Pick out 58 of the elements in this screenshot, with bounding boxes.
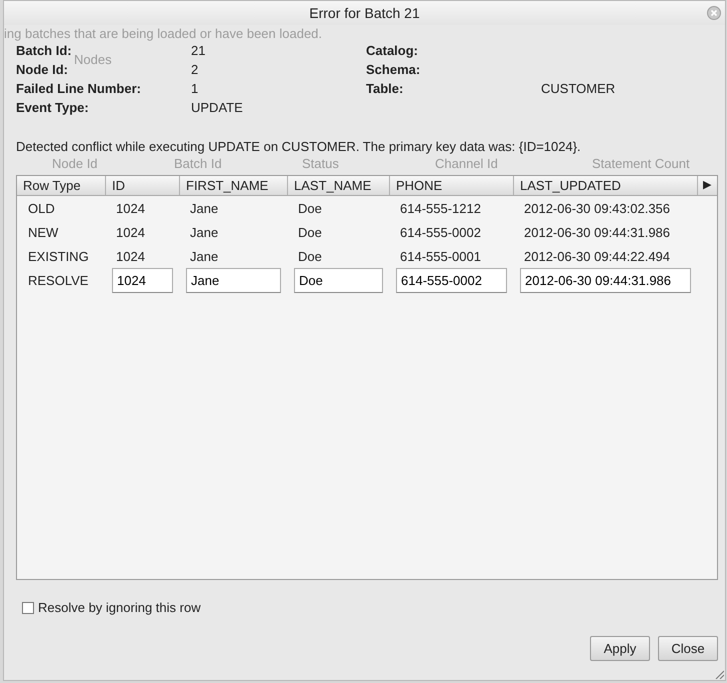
column-header[interactable]: LAST_UPDATED	[514, 176, 698, 195]
background-column-header: Channel Id	[435, 156, 498, 171]
table-cell-text: 2012-06-30 09:44:22.494	[523, 248, 672, 264]
table-cell-text: Jane	[189, 200, 220, 216]
table-cell-text: EXISTING	[27, 248, 90, 264]
column-header[interactable]: FIRST_NAME	[180, 176, 288, 195]
field-value: UPDATE	[191, 100, 244, 115]
column-header[interactable]: LAST_NAME	[288, 176, 390, 195]
checkbox-label: Resolve by ignoring this row	[38, 600, 201, 615]
table-cell-text: NEW	[27, 224, 60, 240]
table-cell-text: 614-555-0001	[399, 248, 482, 264]
background-column-header: Node Id	[52, 156, 98, 171]
field-label: Node Id:	[16, 62, 69, 77]
resize-grip-icon[interactable]	[714, 669, 724, 679]
field-label: Failed Line Number:	[16, 81, 142, 96]
table-cell-text: 2012-06-30 09:44:31.986	[523, 224, 672, 240]
field-label: Catalog:	[366, 43, 419, 58]
table-cell-text: Doe	[297, 224, 323, 240]
checkbox[interactable]	[22, 602, 34, 614]
field-value: 21	[191, 43, 206, 58]
background-column-header: Status	[302, 156, 339, 171]
table-cell-text: Jane	[189, 224, 220, 240]
background-column-header: Batch Id	[174, 156, 222, 171]
background-column-header: Statement Count	[592, 156, 690, 171]
dialog-button[interactable]: Apply	[590, 636, 650, 661]
scroll-arrow[interactable]: ▶	[698, 176, 717, 195]
input-field[interactable]: Jane	[186, 268, 281, 293]
field-label: Batch Id:	[16, 43, 73, 58]
field-label: Event Type:	[16, 100, 90, 115]
table-cell-text: Jane	[189, 248, 220, 264]
field-value: CUSTOMER	[541, 81, 616, 96]
dialog-button[interactable]: Close	[658, 636, 718, 661]
field-value: 1	[191, 81, 200, 96]
table-cell-text: 1024	[115, 224, 146, 240]
table-cell-text: 1024	[115, 248, 146, 264]
table-cell-text: RESOLVE	[27, 273, 90, 288]
table-cell-text: 614-555-0002	[399, 224, 482, 240]
table-cell-text: OLD	[27, 200, 56, 216]
conflict-message: Detected conflict while executing UPDATE on CUSTOMER. The primary key data was: {ID=1024}.	[16, 139, 582, 154]
background-text: ing batches that are being loaded or have been loaded.	[4, 26, 322, 41]
field-label: Schema:	[366, 62, 422, 77]
table-cell-text: 614-555-1212	[399, 200, 482, 216]
field-label: Table:	[366, 81, 404, 96]
background-tab-label: Nodes	[74, 52, 112, 67]
field-value: 2	[191, 62, 200, 77]
column-header[interactable]: PHONE	[390, 176, 514, 195]
window-title: Error for Batch 21	[309, 5, 420, 21]
input-field[interactable]: 2012-06-30 09:44:31.986	[520, 268, 691, 293]
close-icon[interactable]	[707, 6, 721, 20]
input-field[interactable]: Doe	[294, 268, 383, 293]
table-cell-text: 1024	[115, 200, 146, 216]
table-cell-text: Doe	[297, 248, 323, 264]
column-header[interactable]: Row Type	[17, 176, 106, 195]
input-field[interactable]: 1024	[112, 268, 173, 293]
column-header[interactable]: ID	[106, 176, 180, 195]
input-field[interactable]: 614-555-0002	[396, 268, 507, 293]
table-cell-text: Doe	[297, 200, 323, 216]
table-cell-text: 2012-06-30 09:43:02.356	[523, 200, 672, 216]
